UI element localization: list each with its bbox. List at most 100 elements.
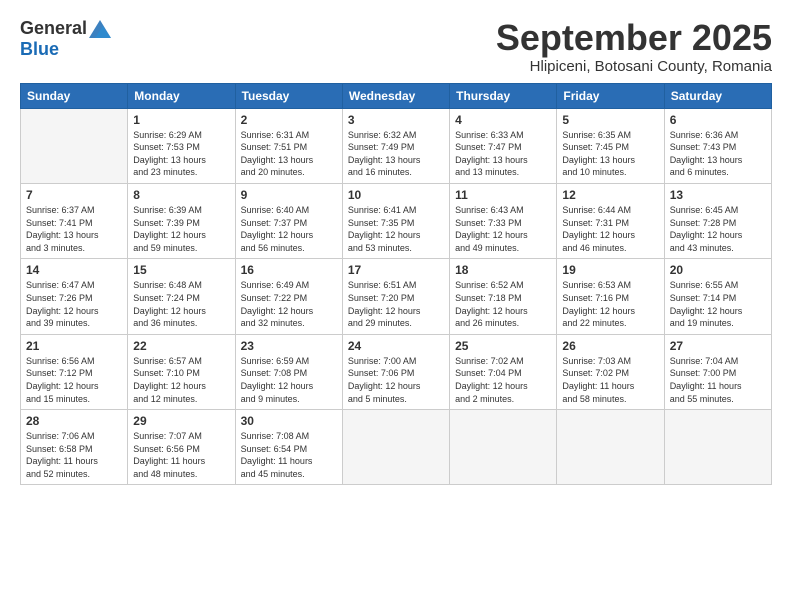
day-number: 16 <box>241 263 337 277</box>
calendar-cell: 7 Sunrise: 6:37 AMSunset: 7:41 PMDaylight… <box>21 183 128 258</box>
calendar-cell: 11 Sunrise: 6:43 AMSunset: 7:33 PMDayligh… <box>450 183 557 258</box>
location: Hlipiceni, Botosani County, Romania <box>496 58 772 75</box>
calendar-cell: 13Sunrise: 6:45 AMSunset: 7:28 PMDayligh… <box>664 183 771 258</box>
calendar-cell: 19Sunrise: 6:53 AMSunset: 7:16 PMDayligh… <box>557 259 664 334</box>
header-friday: Friday <box>557 83 664 108</box>
day-number: 21 <box>26 339 122 353</box>
calendar-cell: 16 Sunrise: 6:49 AMSunset: 7:22 PMDayligh… <box>235 259 342 334</box>
day-info: Sunrise: 6:49 AMSunset: 7:22 PMDaylight:… <box>241 279 337 329</box>
header: General Blue September 2025 Hlipiceni, B… <box>20 18 772 75</box>
calendar-cell: 30 Sunrise: 7:08 AMSunset: 6:54 PMDayligh… <box>235 410 342 485</box>
title-block: September 2025 Hlipiceni, Botosani Count… <box>496 18 772 75</box>
header-monday: Monday <box>128 83 235 108</box>
calendar-week-4: 21 Sunrise: 6:56 AMSunset: 7:12 PMDayligh… <box>21 334 772 409</box>
day-number: 22 <box>133 339 229 353</box>
day-info: Sunrise: 7:04 AMSunset: 7:00 PMDaylight:… <box>670 355 766 405</box>
day-number: 9 <box>241 188 337 202</box>
day-number: 3 <box>348 113 444 127</box>
logo-blue: Blue <box>20 39 59 60</box>
calendar-header-row: Sunday Monday Tuesday Wednesday Thursday… <box>21 83 772 108</box>
day-info: Sunrise: 6:33 AMSunset: 7:47 PMDaylight:… <box>455 129 551 179</box>
day-info: Sunrise: 6:56 AMSunset: 7:12 PMDaylight:… <box>26 355 122 405</box>
day-info: Sunrise: 7:03 AMSunset: 7:02 PMDaylight:… <box>562 355 658 405</box>
day-info: Sunrise: 7:08 AMSunset: 6:54 PMDaylight:… <box>241 430 337 480</box>
calendar-cell: 6 Sunrise: 6:36 AMSunset: 7:43 PMDaylight… <box>664 108 771 183</box>
calendar-cell: 17 Sunrise: 6:51 AMSunset: 7:20 PMDayligh… <box>342 259 449 334</box>
calendar-cell: 27 Sunrise: 7:04 AMSunset: 7:00 PMDayligh… <box>664 334 771 409</box>
day-info: Sunrise: 6:29 AMSunset: 7:53 PMDaylight:… <box>133 129 229 179</box>
calendar-cell: 26Sunrise: 7:03 AMSunset: 7:02 PMDayligh… <box>557 334 664 409</box>
day-info: Sunrise: 6:32 AMSunset: 7:49 PMDaylight:… <box>348 129 444 179</box>
calendar-cell: 23 Sunrise: 6:59 AMSunset: 7:08 PMDayligh… <box>235 334 342 409</box>
day-info: Sunrise: 6:35 AMSunset: 7:45 PMDaylight:… <box>562 129 658 179</box>
day-info: Sunrise: 6:55 AMSunset: 7:14 PMDaylight:… <box>670 279 766 329</box>
calendar-cell: 28 Sunrise: 7:06 AMSunset: 6:58 PMDayligh… <box>21 410 128 485</box>
day-number: 15 <box>133 263 229 277</box>
calendar-cell: 4Sunrise: 6:33 AMSunset: 7:47 PMDaylight… <box>450 108 557 183</box>
day-info: Sunrise: 6:47 AMSunset: 7:26 PMDaylight:… <box>26 279 122 329</box>
calendar-cell <box>450 410 557 485</box>
calendar-cell: 20 Sunrise: 6:55 AMSunset: 7:14 PMDayligh… <box>664 259 771 334</box>
calendar-cell: 22 Sunrise: 6:57 AMSunset: 7:10 PMDayligh… <box>128 334 235 409</box>
calendar-week-1: 1 Sunrise: 6:29 AMSunset: 7:53 PMDaylight… <box>21 108 772 183</box>
day-number: 28 <box>26 414 122 428</box>
logo-icon <box>89 20 111 38</box>
calendar-cell: 1 Sunrise: 6:29 AMSunset: 7:53 PMDaylight… <box>128 108 235 183</box>
day-info: Sunrise: 6:51 AMSunset: 7:20 PMDaylight:… <box>348 279 444 329</box>
day-info: Sunrise: 6:44 AMSunset: 7:31 PMDaylight:… <box>562 204 658 254</box>
day-info: Sunrise: 6:40 AMSunset: 7:37 PMDaylight:… <box>241 204 337 254</box>
calendar-cell: 14 Sunrise: 6:47 AMSunset: 7:26 PMDayligh… <box>21 259 128 334</box>
day-number: 24 <box>348 339 444 353</box>
header-saturday: Saturday <box>664 83 771 108</box>
day-info: Sunrise: 6:57 AMSunset: 7:10 PMDaylight:… <box>133 355 229 405</box>
calendar-week-2: 7 Sunrise: 6:37 AMSunset: 7:41 PMDaylight… <box>21 183 772 258</box>
calendar-cell <box>557 410 664 485</box>
header-wednesday: Wednesday <box>342 83 449 108</box>
day-number: 14 <box>26 263 122 277</box>
day-number: 30 <box>241 414 337 428</box>
calendar-cell: 3 Sunrise: 6:32 AMSunset: 7:49 PMDaylight… <box>342 108 449 183</box>
day-info: Sunrise: 6:39 AMSunset: 7:39 PMDaylight:… <box>133 204 229 254</box>
calendar-week-3: 14 Sunrise: 6:47 AMSunset: 7:26 PMDayligh… <box>21 259 772 334</box>
day-number: 5 <box>562 113 658 127</box>
day-number: 6 <box>670 113 766 127</box>
calendar-week-5: 28 Sunrise: 7:06 AMSunset: 6:58 PMDayligh… <box>21 410 772 485</box>
calendar-cell: 24 Sunrise: 7:00 AMSunset: 7:06 PMDayligh… <box>342 334 449 409</box>
logo-general: General <box>20 18 87 39</box>
day-info: Sunrise: 6:52 AMSunset: 7:18 PMDaylight:… <box>455 279 551 329</box>
day-number: 18 <box>455 263 551 277</box>
day-info: Sunrise: 6:31 AMSunset: 7:51 PMDaylight:… <box>241 129 337 179</box>
calendar-cell: 18 Sunrise: 6:52 AMSunset: 7:18 PMDayligh… <box>450 259 557 334</box>
calendar: Sunday Monday Tuesday Wednesday Thursday… <box>20 83 772 486</box>
day-info: Sunrise: 7:00 AMSunset: 7:06 PMDaylight:… <box>348 355 444 405</box>
day-number: 11 <box>455 188 551 202</box>
day-info: Sunrise: 6:37 AMSunset: 7:41 PMDaylight:… <box>26 204 122 254</box>
calendar-cell: 10Sunrise: 6:41 AMSunset: 7:35 PMDayligh… <box>342 183 449 258</box>
day-number: 12 <box>562 188 658 202</box>
header-tuesday: Tuesday <box>235 83 342 108</box>
day-number: 13 <box>670 188 766 202</box>
calendar-cell: 25Sunrise: 7:02 AMSunset: 7:04 PMDayligh… <box>450 334 557 409</box>
day-info: Sunrise: 6:59 AMSunset: 7:08 PMDaylight:… <box>241 355 337 405</box>
day-number: 19 <box>562 263 658 277</box>
day-number: 1 <box>133 113 229 127</box>
day-info: Sunrise: 7:06 AMSunset: 6:58 PMDaylight:… <box>26 430 122 480</box>
day-info: Sunrise: 6:36 AMSunset: 7:43 PMDaylight:… <box>670 129 766 179</box>
calendar-cell: 2Sunrise: 6:31 AMSunset: 7:51 PMDaylight… <box>235 108 342 183</box>
calendar-cell <box>21 108 128 183</box>
calendar-cell: 21 Sunrise: 6:56 AMSunset: 7:12 PMDayligh… <box>21 334 128 409</box>
day-number: 7 <box>26 188 122 202</box>
day-number: 17 <box>348 263 444 277</box>
day-number: 27 <box>670 339 766 353</box>
day-info: Sunrise: 6:43 AMSunset: 7:33 PMDaylight:… <box>455 204 551 254</box>
calendar-cell: 8Sunrise: 6:39 AMSunset: 7:39 PMDaylight… <box>128 183 235 258</box>
day-info: Sunrise: 7:02 AMSunset: 7:04 PMDaylight:… <box>455 355 551 405</box>
header-thursday: Thursday <box>450 83 557 108</box>
calendar-cell <box>664 410 771 485</box>
day-number: 29 <box>133 414 229 428</box>
day-number: 20 <box>670 263 766 277</box>
calendar-cell: 29 Sunrise: 7:07 AMSunset: 6:56 PMDayligh… <box>128 410 235 485</box>
day-info: Sunrise: 6:48 AMSunset: 7:24 PMDaylight:… <box>133 279 229 329</box>
day-number: 23 <box>241 339 337 353</box>
day-info: Sunrise: 7:07 AMSunset: 6:56 PMDaylight:… <box>133 430 229 480</box>
